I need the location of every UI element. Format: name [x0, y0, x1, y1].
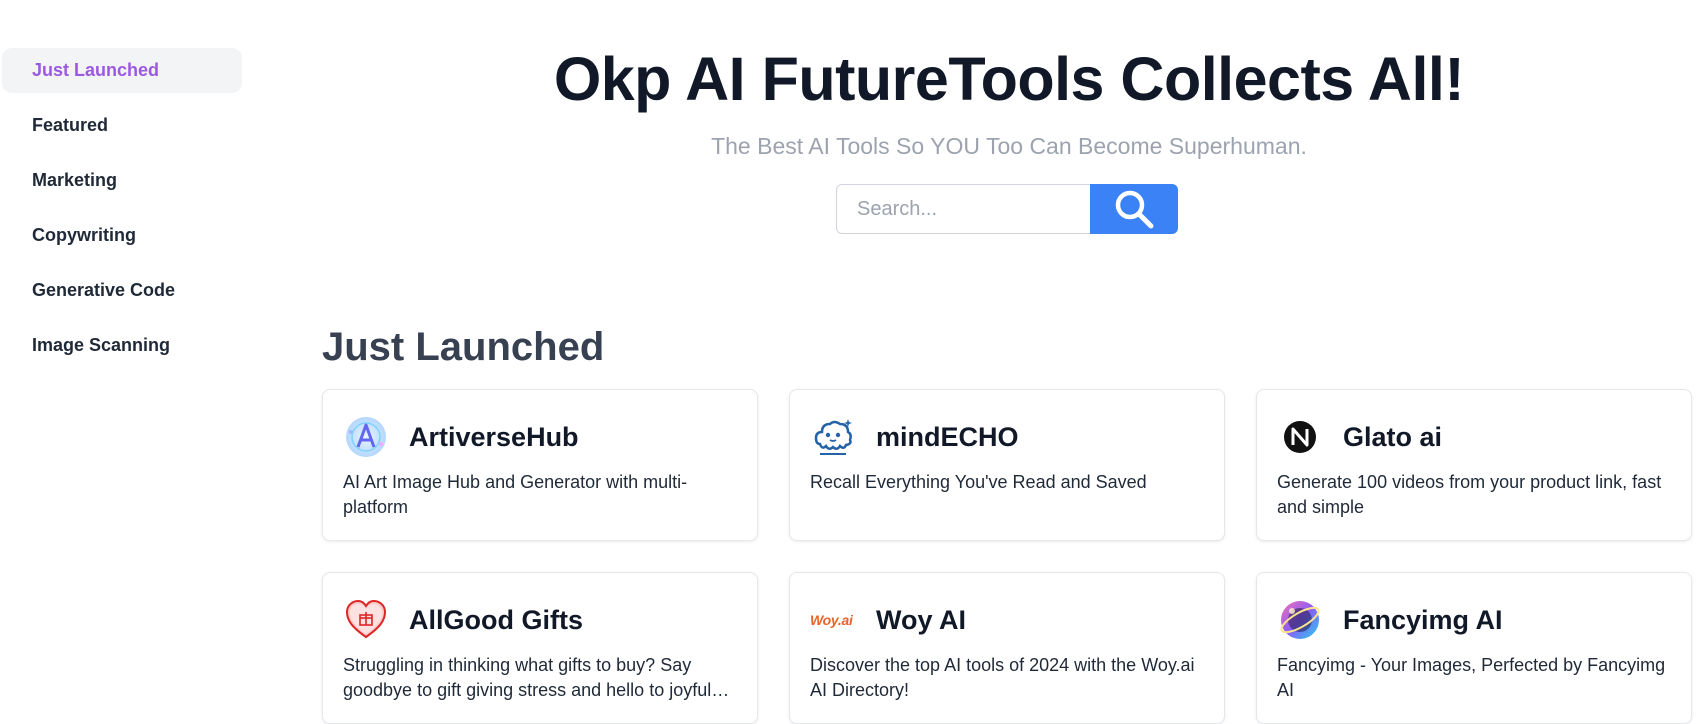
- page-title: Okp AI FutureTools Collects All!: [553, 45, 1465, 113]
- card-title: mindECHO: [876, 422, 1019, 452]
- mindecho-logo-icon: [814, 419, 852, 455]
- sidebar-item-image-scanning[interactable]: Image Scanning: [2, 323, 242, 368]
- card-description: Discover the top AI tools of 2024 with t…: [810, 655, 1195, 700]
- tool-card-artiversehub[interactable]: ArtiverseHub AI Art Image Hub and Genera…: [322, 389, 758, 541]
- card-title: ArtiverseHub: [409, 422, 579, 452]
- allgood-gifts-logo-icon: [345, 599, 387, 639]
- card-description: Struggling in thinking what gifts to buy…: [343, 655, 712, 700]
- sidebar-item-featured[interactable]: Featured: [2, 103, 242, 148]
- card-description: Fancyimg - Your Images, Perfected by Fan…: [1277, 655, 1666, 700]
- tool-card-fancyimg-ai[interactable]: Fancyimg AI Fancyimg - Your Images, Perf…: [1256, 572, 1692, 724]
- card-title: Glato ai: [1343, 422, 1443, 452]
- woy-ai-logo-text: Woy.ai: [810, 612, 853, 628]
- woy-ai-logo-icon: Woy.ai: [810, 597, 866, 643]
- card-description: Generate 100 videos from your product li…: [1277, 472, 1662, 517]
- page-subtitle: The Best AI Tools So YOU Too Can Become …: [711, 133, 1307, 159]
- tool-card-mindecho[interactable]: mindECHO Recall Everything You've Read a…: [789, 389, 1225, 541]
- sidebar-item-just-launched[interactable]: Just Launched: [2, 48, 242, 93]
- sidebar-item-marketing[interactable]: Marketing: [2, 158, 242, 203]
- card-title: Woy AI: [876, 605, 967, 635]
- tool-card-woy-ai[interactable]: Woy.ai Woy AI Discover the top AI tools …: [789, 572, 1225, 724]
- artiversehub-logo-icon: [346, 417, 386, 457]
- tool-card-glato-ai[interactable]: Glato ai Generate 100 videos from your p…: [1256, 389, 1692, 541]
- card-title: Fancyimg AI: [1343, 605, 1503, 635]
- tool-card-allgood-gifts[interactable]: AllGood Gifts Struggling in thinking wha…: [322, 572, 758, 724]
- section-title: Just Launched: [322, 325, 605, 369]
- glato-logo-icon: [1284, 421, 1316, 453]
- search-icon: [1115, 190, 1154, 229]
- sidebar-item-copywriting[interactable]: Copywriting: [2, 213, 242, 258]
- card-description: AI Art Image Hub and Generator with mult…: [343, 472, 688, 517]
- sidebar-item-generative-code[interactable]: Generative Code: [2, 268, 242, 313]
- card-description: Recall Everything You've Read and Saved: [810, 472, 1147, 492]
- card-title: AllGood Gifts: [409, 605, 583, 635]
- search-input[interactable]: [836, 184, 1090, 234]
- fancyimg-logo-icon: [1280, 601, 1320, 639]
- search-bar: [836, 184, 1178, 234]
- search-button[interactable]: [1090, 184, 1178, 234]
